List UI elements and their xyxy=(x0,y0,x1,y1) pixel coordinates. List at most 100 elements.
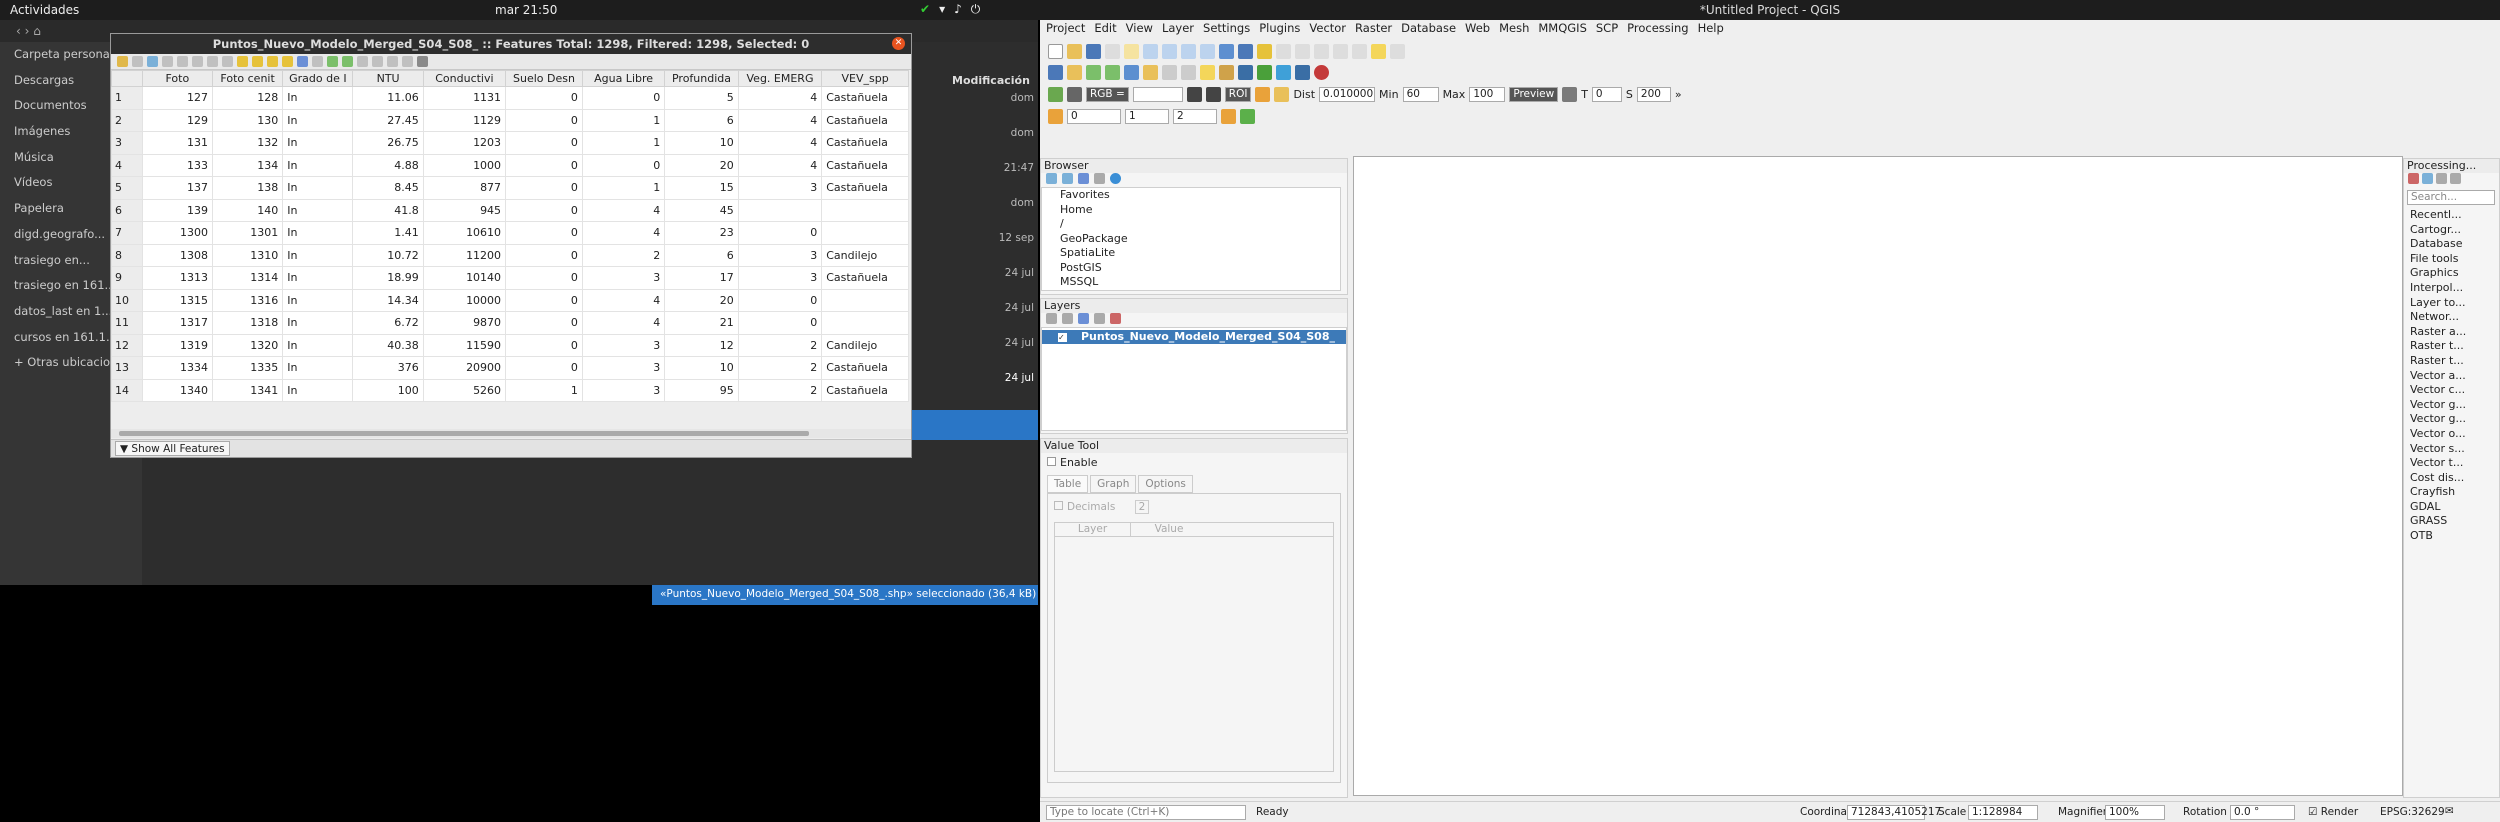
table-cell[interactable]: Castañuela xyxy=(821,108,909,132)
table-cell[interactable]: 10610 xyxy=(422,221,507,245)
table-cell[interactable]: 9870 xyxy=(422,311,507,335)
row-header[interactable]: 12 xyxy=(111,333,143,357)
save-project-icon[interactable] xyxy=(1086,44,1101,59)
processing-search-input[interactable]: Search... xyxy=(2407,190,2495,205)
browser-item-postgis[interactable]: PostGIS xyxy=(1042,261,1340,276)
menu-raster[interactable]: Raster xyxy=(1355,21,1392,35)
pan-to-selection-icon[interactable] xyxy=(327,56,338,67)
column-header[interactable]: Agua Libre xyxy=(581,70,666,87)
menu-processing[interactable]: Processing xyxy=(1627,21,1688,35)
table-row[interactable]: 1 127 128 In 11.06 1131 0 0 5 4 Castañuela xyxy=(111,86,909,110)
table-cell[interactable]: 945 xyxy=(422,198,507,222)
add-wms-icon[interactable] xyxy=(1124,65,1139,80)
table-cell[interactable]: Candilejo xyxy=(821,243,909,267)
menu-web[interactable]: Web xyxy=(1465,21,1490,35)
table-cell[interactable]: 95 xyxy=(664,378,739,402)
scripts-icon[interactable] xyxy=(2422,173,2433,184)
invert-selection-icon[interactable] xyxy=(267,56,278,67)
modified-column-header[interactable]: Modificación xyxy=(952,74,1030,87)
column-header[interactable]: Veg. EMERG xyxy=(737,70,823,87)
copy-icon[interactable] xyxy=(207,56,218,67)
table-cell[interactable]: 5 xyxy=(664,86,739,110)
s-field[interactable]: 200 xyxy=(1636,87,1671,102)
table-cell[interactable]: 0 xyxy=(505,86,583,110)
band-set-icon[interactable] xyxy=(1048,109,1063,124)
layer-visible-checkbox[interactable]: ✓ xyxy=(1058,333,1067,342)
processing-provider-item[interactable]: Vector a... xyxy=(2404,369,2499,384)
browser-item-home[interactable]: Home xyxy=(1042,203,1340,218)
table-row[interactable]: 3 131 132 In 26.75 1203 0 1 10 4 Castañuela xyxy=(111,131,909,155)
row-header[interactable]: 4 xyxy=(111,153,143,177)
toggle-editing-icon[interactable] xyxy=(1143,65,1158,80)
enable-checkbox[interactable] xyxy=(1047,457,1056,466)
zoom-to-selection-icon[interactable] xyxy=(342,56,353,67)
label-tool-icon[interactable] xyxy=(1200,65,1215,80)
browser-item-root[interactable]: / xyxy=(1042,217,1340,232)
more-icon[interactable]: » xyxy=(1675,88,1682,101)
processing-provider-item[interactable]: Vector c... xyxy=(2404,383,2499,398)
table-cell[interactable]: 40.38 xyxy=(352,333,424,357)
table-cell[interactable]: Castañuela xyxy=(821,86,909,110)
table-cell[interactable]: 127 xyxy=(141,86,213,110)
table-cell[interactable]: 1319 xyxy=(141,333,213,357)
layer-item[interactable]: ✓ Puntos_Nuevo_Modelo_Merged_S04_S08_ xyxy=(1042,330,1346,344)
table-cell[interactable]: 4 xyxy=(737,153,823,177)
table-cell[interactable]: 5260 xyxy=(422,378,507,402)
table-cell[interactable]: 0 xyxy=(505,176,583,200)
table-cell[interactable]: 45 xyxy=(664,198,739,222)
row-header[interactable]: 9 xyxy=(111,266,143,290)
processing-provider-item[interactable]: Vector g... xyxy=(2404,398,2499,413)
row-header[interactable]: 1 xyxy=(111,86,143,110)
processing-provider-item[interactable]: Cartogr... xyxy=(2404,223,2499,238)
locator-input[interactable]: Type to locate (Ctrl+K) xyxy=(1046,805,1246,820)
table-cell[interactable]: In xyxy=(282,311,354,335)
table-cell[interactable]: Castañuela xyxy=(821,266,909,290)
remove-layer-icon[interactable] xyxy=(1110,313,1121,324)
table-cell[interactable]: 15 xyxy=(664,176,739,200)
python-console-icon[interactable] xyxy=(1238,65,1253,80)
menu-scp[interactable]: SCP xyxy=(1596,21,1618,35)
plugin-icon[interactable] xyxy=(1257,65,1272,80)
table-cell[interactable] xyxy=(821,198,909,222)
table-cell[interactable]: 27.45 xyxy=(352,108,424,132)
processing-provider-item[interactable]: Raster a... xyxy=(2404,325,2499,340)
scp-icon[interactable] xyxy=(1314,65,1329,80)
preview-redo-icon[interactable] xyxy=(1562,87,1578,102)
table-cell[interactable]: 0 xyxy=(581,86,666,110)
layer-column-header[interactable]: Layer xyxy=(1055,523,1131,536)
filter-icon[interactable] xyxy=(1078,173,1089,184)
decimals-spinbox[interactable]: 2 xyxy=(1134,500,1150,514)
table-cell[interactable]: 0 xyxy=(505,311,583,335)
table-cell[interactable]: 1317 xyxy=(141,311,213,335)
table-cell[interactable]: 3 xyxy=(737,243,823,267)
row-header[interactable]: 5 xyxy=(111,176,143,200)
table-cell[interactable]: 1 xyxy=(581,108,666,132)
table-cell[interactable]: 4 xyxy=(737,86,823,110)
dist-field[interactable]: 0.010000 xyxy=(1319,87,1376,102)
close-icon[interactable]: ✕ xyxy=(892,37,905,50)
table-cell[interactable]: In xyxy=(282,153,354,177)
table-cell[interactable]: 376 xyxy=(352,356,424,380)
filter-icon[interactable] xyxy=(297,56,308,67)
row-header[interactable]: 6 xyxy=(111,198,143,222)
pan-icon[interactable] xyxy=(1124,44,1139,59)
table-cell[interactable]: 1334 xyxy=(141,356,213,380)
column-header[interactable]: Foto cenit xyxy=(211,70,284,87)
new-project-icon[interactable] xyxy=(1048,44,1063,59)
add-vector-icon[interactable] xyxy=(1086,65,1101,80)
row-header[interactable]: 3 xyxy=(111,131,143,155)
select-by-expression-icon[interactable] xyxy=(237,56,248,67)
table-cell[interactable]: 130 xyxy=(211,108,284,132)
table-cell[interactable]: Castañuela xyxy=(821,153,909,177)
table-cell[interactable]: 1 xyxy=(581,176,666,200)
table-cell[interactable]: In xyxy=(282,221,354,245)
table-cell[interactable]: 41.8 xyxy=(352,198,424,222)
table-cell[interactable]: 140 xyxy=(211,198,284,222)
table-cell[interactable]: 0 xyxy=(505,333,583,357)
attribute-table-icon[interactable] xyxy=(1276,44,1291,59)
processing-provider-item[interactable]: Networ... xyxy=(2404,310,2499,325)
browser-item-favorites[interactable]: Favorites xyxy=(1042,188,1340,203)
column-header[interactable]: Foto xyxy=(141,70,213,87)
processing-provider-item[interactable]: Interpol... xyxy=(2404,281,2499,296)
table-cell[interactable]: 2 xyxy=(737,333,823,357)
